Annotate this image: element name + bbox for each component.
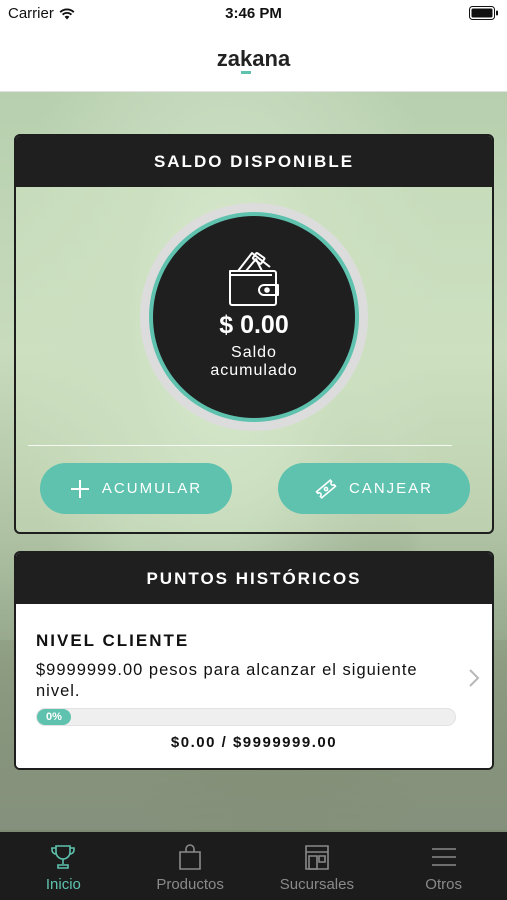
balance-subtitle: Saldo acumulado xyxy=(210,343,298,379)
puntos-card: PUNTOS HISTÓRICOS NIVEL CLIENTE $9999999… xyxy=(14,551,494,770)
shopping-bag-icon xyxy=(179,844,201,870)
saldo-card: SALDO DISPONIBLE $ 0.00 Saldo acumulado … xyxy=(14,134,494,534)
status-bar: Carrier 3:46 PM xyxy=(0,0,507,26)
menu-icon xyxy=(431,848,456,866)
tab-sucursales[interactable]: Sucursales xyxy=(254,832,381,900)
tab-label-sucursales: Sucursales xyxy=(279,876,354,893)
logo-text-accent: k xyxy=(240,45,253,71)
battery-icon xyxy=(469,6,499,24)
saldo-header: SALDO DISPONIBLE xyxy=(16,136,492,187)
nivel-description: $9999999.00 pesos para alcanzar el sigui… xyxy=(36,661,418,700)
logo-text-end: ana xyxy=(252,45,291,71)
saldo-body: $ 0.00 Saldo acumulado ACUMULAR CANJEAR xyxy=(16,187,492,532)
plus-icon xyxy=(70,479,89,498)
wallet-icon xyxy=(229,251,279,306)
tab-inicio[interactable]: Inicio xyxy=(0,832,127,900)
trophy-icon xyxy=(51,845,76,869)
saldo-divider xyxy=(28,445,452,446)
tab-productos[interactable]: Productos xyxy=(127,832,254,900)
logo-text-start: za xyxy=(216,45,241,71)
store-icon xyxy=(305,845,329,870)
status-time: 3:46 PM xyxy=(225,5,282,22)
balance-ring: $ 0.00 Saldo acumulado xyxy=(140,203,368,431)
progress-fill: 0% xyxy=(37,709,71,725)
nav-bar: zakana xyxy=(0,26,507,92)
progress-caption: $0.00 / $9999999.00 xyxy=(170,734,338,751)
balance-ring-accent: $ 0.00 Saldo acumulado xyxy=(149,212,359,422)
puntos-header: PUNTOS HISTÓRICOS xyxy=(16,553,492,604)
tab-otros[interactable]: Otros xyxy=(380,832,507,900)
canjear-label: CANJEAR xyxy=(348,480,433,497)
balance-amount: $ 0.00 xyxy=(219,310,289,339)
canjear-button[interactable]: CANJEAR xyxy=(278,463,470,514)
tab-label-otros: Otros xyxy=(425,876,462,893)
chevron-right-icon xyxy=(469,669,480,687)
tab-bar: Inicio Productos Sucursales Otros xyxy=(0,832,507,900)
tab-label-inicio: Inicio xyxy=(45,876,81,893)
progress-bar: 0% xyxy=(36,708,456,726)
ticket-icon xyxy=(315,478,337,499)
nivel-title: NIVEL CLIENTE xyxy=(36,631,190,650)
acumular-label: ACUMULAR xyxy=(101,480,203,497)
tab-label-productos: Productos xyxy=(156,876,224,893)
nivel-cliente-row[interactable]: NIVEL CLIENTE $9999999.00 pesos para alc… xyxy=(16,604,492,768)
acumular-button[interactable]: ACUMULAR xyxy=(40,463,232,514)
balance-circle: $ 0.00 Saldo acumulado xyxy=(153,216,355,418)
app-logo: zakana xyxy=(217,46,290,72)
